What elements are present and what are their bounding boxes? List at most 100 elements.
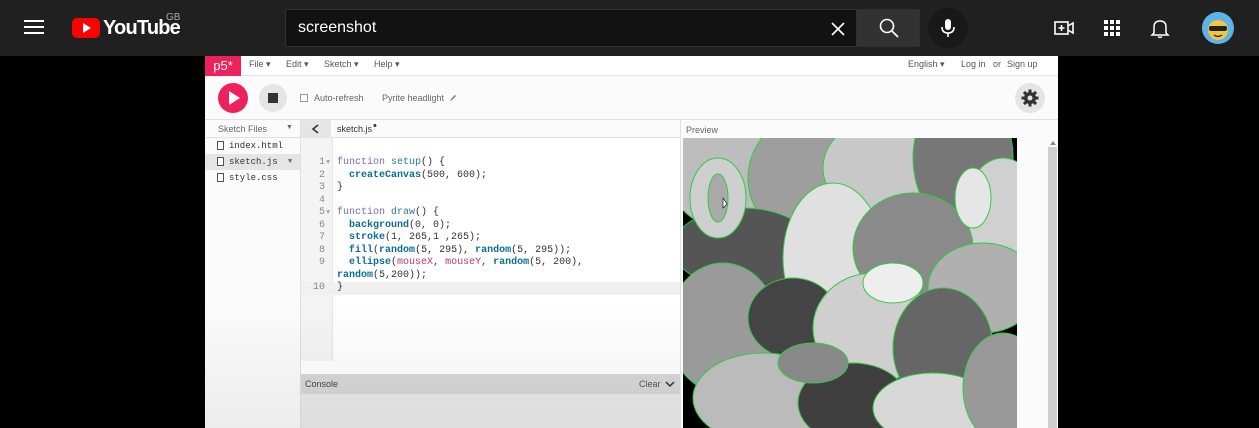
file-style-css[interactable]: style.css [205, 170, 300, 186]
p5-toolbar: Auto-refresh Pyrite headlight [205, 76, 1058, 120]
apps-grid-icon[interactable] [1100, 16, 1124, 40]
code-editor[interactable]: sketch.js • 1 ▼ function setup() {2 create… [301, 120, 680, 428]
p5-editor-window: p5* File ▾ Edit ▾ Sketch ▾ Help ▾ Englis… [205, 56, 1058, 428]
code-line[interactable]: 9 ellipse(mouseX, mouseY, random(5, 200)… [301, 257, 680, 270]
avatar[interactable] [1202, 12, 1234, 44]
line-number: 1 [318, 157, 325, 168]
line-text: function draw() { [337, 207, 440, 218]
code-line[interactable]: 5 ▼ function draw() { [301, 207, 680, 220]
edit-pencil-icon[interactable] [449, 94, 457, 102]
code-line[interactable]: 2 createCanvas(500, 600); [301, 170, 680, 183]
file-options-icon[interactable]: ▼ [288, 154, 292, 170]
collapse-sidebar-button[interactable] [301, 120, 331, 138]
region-code: GB [166, 12, 181, 23]
file-icon [217, 173, 224, 182]
file-sketch-js[interactable]: sketch.js ▼ [205, 154, 300, 170]
preview-panel: Preview [680, 120, 1058, 428]
microphone-icon [941, 19, 955, 37]
line-number: 5 [318, 207, 325, 218]
sketch-files-label: Sketch Files [218, 124, 268, 134]
sidebar-dropdown-icon[interactable]: ▼ [286, 124, 293, 131]
line-text: stroke(1, 265,1 ,265); [349, 232, 482, 243]
console-clear-button[interactable]: Clear [639, 379, 661, 389]
search-query: screenshot [298, 19, 377, 36]
console-label: Console [305, 379, 339, 389]
line-number: 2 [318, 169, 325, 181]
file-index-html[interactable]: index.html [205, 138, 300, 154]
p5-logo[interactable]: p5* [205, 56, 241, 76]
line-number: 6 [318, 219, 325, 231]
line-number: 10 [312, 282, 325, 293]
code-line[interactable]: 8 fill(random(5, 295), random(5, 295)); [301, 245, 680, 258]
stop-button[interactable] [259, 84, 287, 112]
create-video-icon[interactable] [1052, 16, 1076, 40]
scroll-up-icon[interactable] [1049, 140, 1057, 146]
clear-search-icon[interactable] [826, 17, 850, 41]
code-line[interactable]: 10} [301, 282, 680, 295]
sidebar-header: Sketch Files ▼ [205, 120, 300, 138]
ellipse-artwork [683, 138, 1017, 428]
line-text: ellipse(mouseX, mouseY, random(5, 200), [349, 257, 584, 268]
code-line[interactable]: 6 background(0, 0); [301, 220, 680, 233]
language-select[interactable]: English ▾ [908, 59, 945, 70]
fold-arrow-icon[interactable]: ▼ [326, 207, 330, 220]
play-button[interactable] [218, 83, 248, 113]
file-name: style.css [229, 173, 278, 183]
sketch-name[interactable]: Pyrite headlight [382, 93, 444, 103]
sketch-files-sidebar: Sketch Files ▼ index.html sketch.js ▼ st… [205, 120, 301, 428]
menu-edit[interactable]: Edit ▾ [286, 59, 309, 70]
line-number: 7 [318, 232, 325, 243]
line-text: function setup() { [337, 157, 446, 168]
hamburger-menu-icon[interactable] [24, 16, 48, 40]
search-button[interactable] [856, 9, 920, 47]
line-text: random(5,200)); [337, 269, 428, 281]
gear-icon [1021, 89, 1039, 107]
signup-link[interactable]: Sign up [1007, 59, 1038, 69]
preview-label: Preview [686, 125, 719, 135]
preview-scrollbar[interactable] [1048, 147, 1057, 428]
line-text: createCanvas(500, 600); [349, 169, 488, 181]
console-header: Console Clear [301, 374, 680, 394]
line-text: background(0, 0); [349, 219, 452, 231]
chevron-left-icon [311, 124, 319, 134]
sketch-canvas[interactable] [683, 138, 1017, 428]
file-icon [217, 157, 224, 166]
settings-button[interactable] [1015, 83, 1045, 113]
code-line[interactable]: 1 ▼ function setup() { [301, 157, 680, 170]
code-content[interactable]: 1 ▼ function setup() {2 createCanvas(500, … [301, 157, 680, 295]
editor-tab-bar: sketch.js • [301, 120, 680, 138]
code-line[interactable]: random(5,200)); [301, 270, 680, 283]
line-number: 3 [318, 182, 325, 193]
auto-refresh-label: Auto-refresh [314, 93, 364, 103]
menu-sketch[interactable]: Sketch ▾ [324, 59, 359, 70]
voice-search-button[interactable] [928, 8, 968, 48]
menu-help[interactable]: Help ▾ [374, 59, 400, 70]
p5-menubar: p5* File ▾ Edit ▾ Sketch ▾ Help ▾ Englis… [205, 56, 1058, 76]
file-name: index.html [229, 141, 284, 151]
file-name: sketch.js [229, 157, 278, 167]
avatar-face-icon [1202, 12, 1234, 44]
code-line[interactable]: 4 [301, 195, 680, 208]
line-text: } [337, 282, 344, 293]
code-line[interactable]: 3} [301, 182, 680, 195]
fold-arrow-icon[interactable]: ▼ [326, 157, 330, 170]
file-icon [217, 141, 224, 150]
chevron-down-icon[interactable] [665, 379, 675, 389]
notifications-bell-icon[interactable] [1148, 16, 1172, 40]
youtube-play-icon [72, 18, 100, 38]
auto-refresh-checkbox[interactable] [300, 94, 308, 102]
editor-tab-filename[interactable]: sketch.js [337, 124, 372, 134]
menu-file[interactable]: File ▾ [249, 59, 271, 70]
unsaved-indicator: • [373, 120, 377, 132]
console-panel: Console Clear [301, 374, 680, 428]
line-number: 8 [318, 244, 325, 256]
login-link[interactable]: Log in [961, 59, 986, 69]
code-line[interactable]: 7 stroke(1, 265,1 ,265); [301, 232, 680, 245]
youtube-header: YouTube GB screenshot [0, 0, 1259, 56]
search-input[interactable]: screenshot [285, 9, 856, 47]
line-text: fill(random(5, 295), random(5, 295)); [349, 244, 572, 256]
line-number: 4 [318, 194, 325, 206]
or-text: or [993, 59, 1002, 69]
line-number: 9 [318, 257, 325, 268]
youtube-logo[interactable]: YouTube [72, 17, 181, 39]
